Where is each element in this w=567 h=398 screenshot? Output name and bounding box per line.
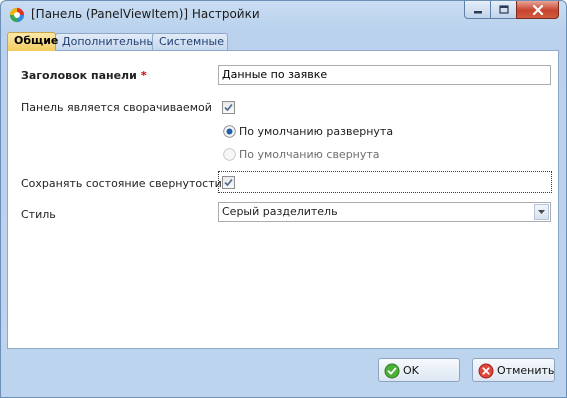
maximize-button[interactable] — [490, 1, 516, 19]
style-select-value: Серый разделитель — [222, 205, 338, 218]
checkmark-icon — [224, 178, 233, 187]
close-button[interactable] — [516, 1, 559, 19]
radio-expanded-label: По умолчанию развернута — [239, 125, 394, 138]
tab-strip: Общие Дополнительные Системные — [7, 32, 559, 51]
check-circle-icon — [384, 363, 400, 379]
tab-general[interactable]: Общие — [7, 32, 58, 51]
radio-expanded[interactable] — [223, 125, 236, 138]
title-bar[interactable]: [Панель (PanelViewItem)] Настройки — [1, 1, 566, 29]
style-select[interactable]: Серый разделитель — [218, 202, 551, 222]
minimize-button[interactable] — [464, 1, 490, 19]
app-logo-icon — [9, 7, 25, 23]
cancel-button[interactable]: Отменить — [472, 358, 555, 382]
tab-additional[interactable]: Дополнительные — [55, 33, 162, 50]
collapsible-label: Панель является сворачиваемой — [21, 101, 212, 114]
ok-button[interactable]: OK — [378, 358, 460, 382]
settings-dialog: [Панель (PanelViewItem)] Настройки Общие… — [0, 0, 567, 398]
save-state-focus-frame — [218, 171, 552, 193]
chevron-down-icon — [538, 210, 545, 214]
general-tab-panel: Заголовок панели * Данные по заявке Панел… — [7, 50, 559, 349]
panel-title-input[interactable]: Данные по заявке — [218, 65, 551, 85]
ok-button-label: OK — [403, 363, 419, 377]
tab-system[interactable]: Системные — [152, 33, 228, 50]
cancel-button-label: Отменить — [497, 363, 555, 377]
checkmark-icon — [224, 103, 233, 112]
cancel-circle-icon — [478, 363, 494, 379]
style-label: Стиль — [21, 208, 56, 221]
window-title: [Панель (PanelViewItem)] Настройки — [31, 7, 260, 21]
window-controls — [464, 1, 559, 21]
minimize-icon — [473, 10, 482, 13]
close-icon — [532, 4, 543, 15]
maximize-icon — [498, 5, 509, 14]
save-state-label: Сохранять состояние свернутости — [21, 177, 222, 190]
dialog-footer: OK Отменить — [7, 349, 559, 395]
required-mark: * — [140, 69, 147, 82]
panel-title-label-text: Заголовок панели — [21, 69, 137, 82]
save-state-checkbox[interactable] — [222, 176, 235, 189]
collapsible-checkbox[interactable] — [222, 101, 235, 114]
radio-collapsed[interactable] — [223, 148, 236, 161]
radio-collapsed-label: По умолчанию свернута — [239, 148, 380, 161]
panel-title-label: Заголовок панели * — [21, 69, 147, 82]
dropdown-button[interactable] — [534, 204, 549, 220]
